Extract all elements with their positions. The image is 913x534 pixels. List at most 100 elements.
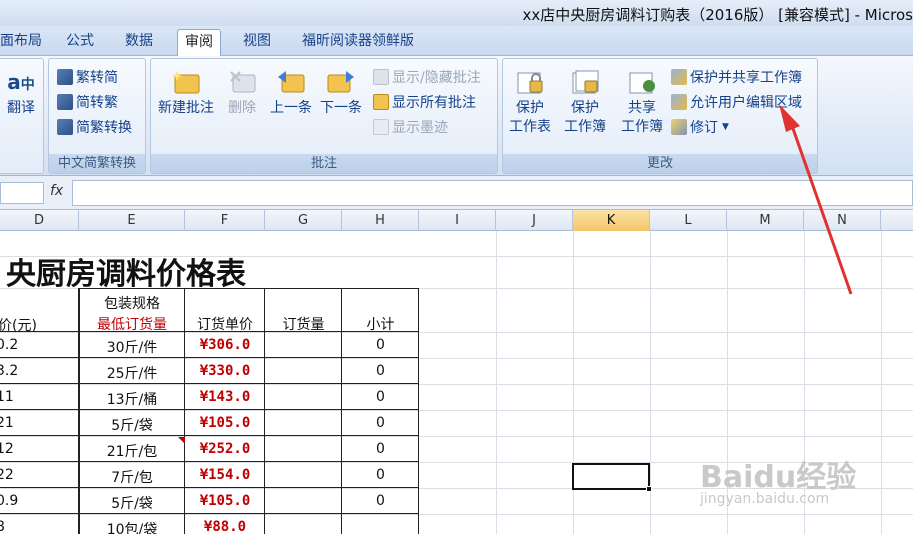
column-header-n[interactable]: N [804,210,881,231]
cell-subtotal: 0 [376,493,385,509]
tab-formulas[interactable]: 公式 [66,31,94,56]
protect-and-share-button[interactable]: 保护并共享工作簿 [671,67,802,87]
protect-and-share-icon [671,69,687,85]
show-all-comments-icon [373,94,389,110]
header-min-order: 最低订货量 [97,317,167,333]
name-box[interactable] [0,182,44,204]
sheet-title: 央厨房调料价格表 [6,257,246,292]
new-comment-button[interactable]: 新建批注 [155,69,217,118]
cell-unit-price: ¥105.0 [199,415,251,431]
previous-comment-button[interactable]: 上一条 [267,69,315,118]
baidu-watermark: Baidu经验 [700,460,857,495]
cell-unit-price: ¥306.0 [199,337,251,353]
protect-workbook-icon [572,70,599,94]
allow-edit-ranges-label: 允许用户编辑区域 [690,95,802,111]
cell-subtotal: 0 [376,389,385,405]
comment-indicator-icon [178,437,185,444]
chinese-conversion-group-label: 中文简繁转换 [49,154,145,173]
allow-edit-ranges-button[interactable]: 允许用户编辑区域 [671,92,802,112]
tab-view[interactable]: 视图 [243,31,271,56]
protect-sheet-icon [517,72,543,94]
column-header-k[interactable]: K [573,210,650,231]
cell-unit-price: ¥105.0 [199,493,251,509]
protect-sheet-button[interactable]: 保护 工作表 [507,69,553,137]
show-ink-icon [373,119,389,135]
cell-price: 0.2 [0,337,19,353]
column-header-e[interactable]: E [79,210,185,231]
tab-page-layout[interactable]: 面布局 [0,31,42,56]
protect-workbook-label-1: 保护 [571,100,599,116]
protect-sheet-label-1: 保护 [516,100,544,116]
new-comment-icon [171,71,200,94]
cell-packaging: 5斤/袋 [111,496,153,512]
proofing-group: a中 翻译 [0,58,44,174]
column-header-j[interactable]: J [496,210,573,231]
title-bar: xx店中央厨房调料订购表（2016版） [兼容模式] - Micros [0,0,913,26]
tab-data[interactable]: 数据 [125,31,153,56]
cell-unit-price: ¥88.0 [203,519,247,534]
column-header-i[interactable]: I [419,210,496,231]
column-header-d[interactable]: D [0,210,79,231]
cell-packaging: 13斤/桶 [106,392,158,408]
show-ink-label: 显示墨迹 [392,120,448,136]
simp-to-trad-icon [57,94,73,110]
simp-trad-convert-button[interactable]: 简繁转换 [57,117,132,137]
show-hide-comment-icon [373,69,389,85]
protect-workbook-button[interactable]: 保护 工作簿 [557,69,613,137]
fill-handle[interactable] [646,486,652,492]
tab-review[interactable]: 审阅 [177,29,221,57]
cell-packaging: 10包/袋 [106,522,158,534]
cell-price: 8 [0,519,5,534]
cell-subtotal: 0 [376,337,385,353]
chevron-down-icon: ▼ [722,122,729,132]
track-changes-icon [671,119,687,135]
share-workbook-icon [629,72,655,94]
cell-packaging: 30斤/件 [106,340,158,356]
header-quantity: 订货量 [282,317,325,333]
window-title: xx店中央厨房调料订购表（2016版） [兼容模式] - Micros [522,6,913,24]
tab-foxit[interactable]: 福昕阅读器领鲜版 [302,31,414,56]
track-changes-button[interactable]: 修订 ▼ [671,117,729,137]
column-header-f[interactable]: F [185,210,265,231]
header-subtotal: 小计 [366,317,395,333]
share-workbook-label-1: 共享 [628,100,656,116]
trad-to-simp-label: 繁转简 [76,70,118,86]
active-cell-selection[interactable] [572,463,650,490]
column-header-h[interactable]: H [342,210,419,231]
cell-packaging: 5斤/袋 [111,418,153,434]
simp-trad-convert-icon [57,119,73,135]
cell-unit-price: ¥330.0 [199,363,251,379]
show-hide-comment-button[interactable]: 显示/隐藏批注 [373,67,481,87]
insert-function-icon[interactable]: fx [50,183,63,199]
trad-to-simp-button[interactable]: 繁转简 [57,67,118,87]
cell-subtotal: 0 [376,441,385,457]
new-comment-label: 新建批注 [158,100,214,116]
next-comment-button[interactable]: 下一条 [317,69,365,118]
next-comment-icon [327,71,354,93]
column-header-l[interactable]: L [650,210,727,231]
column-headers: D E F G H I J K L M N [0,210,913,231]
cell-packaging: 25斤/件 [106,366,158,382]
formula-input[interactable] [72,180,913,206]
simp-to-trad-button[interactable]: 简转繁 [57,92,118,112]
translate-button[interactable]: a中 翻译 [1,69,41,118]
cell-unit-price: ¥154.0 [199,467,251,483]
delete-comment-button[interactable]: 删除 [221,69,263,118]
show-all-comments-button[interactable]: 显示所有批注 [373,92,476,112]
column-header-g[interactable]: G [265,210,342,231]
share-workbook-button[interactable]: 共享 工作簿 [617,69,667,137]
delete-comment-label: 删除 [228,100,256,116]
next-comment-label: 下一条 [320,100,362,116]
chinese-conversion-group: 繁转简 简转繁 简繁转换 中文简繁转换 [48,58,146,174]
cell-subtotal: 0 [376,415,385,431]
simp-to-trad-label: 简转繁 [76,95,118,111]
show-hide-comment-label: 显示/隐藏批注 [392,70,481,86]
show-ink-button[interactable]: 显示墨迹 [373,117,448,137]
comments-group-label: 批注 [151,154,497,173]
cell-subtotal: 0 [376,363,385,379]
column-header-m[interactable]: M [727,210,804,231]
translate-icon: a中 [7,70,35,94]
header-unit-price: 订货单价 [197,317,253,333]
cell-price: 0.9 [0,493,19,509]
previous-comment-icon [278,71,305,93]
